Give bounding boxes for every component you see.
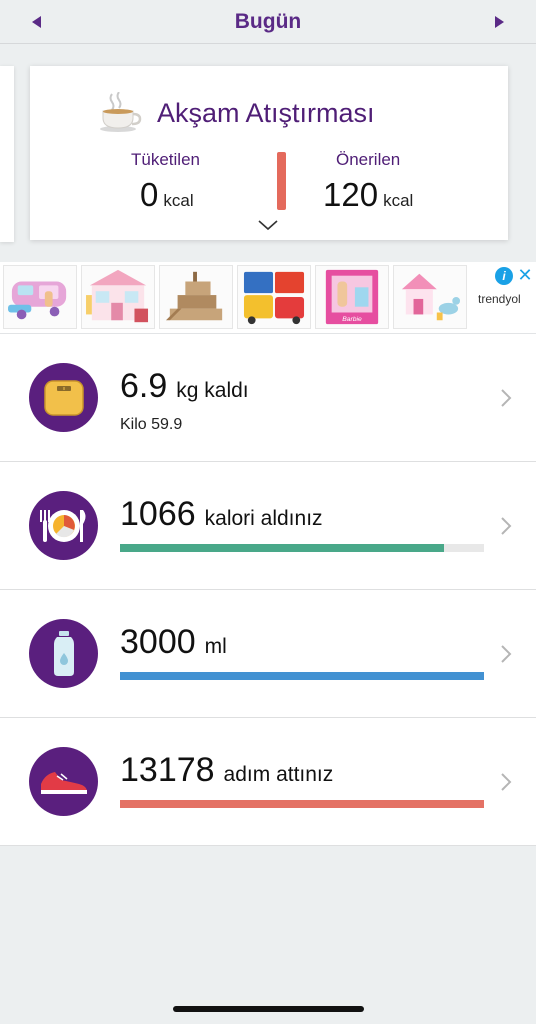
water-progress-bar (120, 672, 484, 680)
consumed-value: 0 kcal (140, 176, 194, 214)
weight-remaining-text: kg kaldı (176, 379, 249, 402)
steps-text: adım attınız (223, 763, 334, 786)
steps-progress-fill (120, 800, 484, 808)
meal-card-evening-snack[interactable]: Akşam Atıştırması Tüketilen 0 kcal Öneri… (30, 66, 508, 240)
next-day-button[interactable] (487, 10, 511, 34)
steps-progress-bar (120, 800, 484, 808)
date-title[interactable]: Bugün (235, 10, 301, 34)
water-progress-fill (120, 672, 484, 680)
current-weight-label: Kilo 59.9 (120, 416, 183, 433)
ad-info-icon[interactable]: i (495, 267, 513, 285)
meal-title: Akşam Atıştırması (157, 98, 375, 128)
recommended-label: Önerilen (336, 150, 401, 169)
ad-brand-label[interactable]: trendyol (478, 292, 521, 306)
calories-row[interactable]: 1066 kalori aldınız (0, 462, 536, 590)
consumed-number: 0 (140, 176, 159, 213)
water-unit: ml (204, 635, 227, 658)
sneaker-icon (40, 771, 87, 794)
chevron-down-icon[interactable] (257, 219, 279, 231)
recommended-unit: kcal (383, 191, 414, 210)
ad-banner[interactable]: Barbie i ✕ trendyol (0, 262, 536, 334)
plate-icon (39, 509, 85, 542)
water-bottle-icon (53, 630, 74, 676)
camper-toy-image (4, 266, 76, 328)
ad-product-camper[interactable] (3, 265, 77, 329)
ad-product-cars[interactable] (237, 265, 311, 329)
calories-text: kalori aldınız (204, 507, 323, 530)
consumed-label: Tüketilen (131, 150, 200, 169)
water-value: 3000 (120, 623, 196, 661)
toy-cars-image (238, 266, 310, 328)
previous-meal-card[interactable] (0, 66, 14, 242)
recommended-number: 120 (323, 176, 379, 213)
tea-cup-icon (100, 92, 142, 132)
calories-progress-fill (120, 544, 444, 552)
calories-main-line: 1066 kalori aldınız (120, 495, 323, 534)
weight-remaining-value: 6.9 (120, 367, 168, 405)
ad-product-barbie[interactable]: Barbie (315, 265, 389, 329)
steps-row[interactable]: 13178 adım attınız (0, 718, 536, 846)
water-icon-circle (29, 619, 98, 688)
ad-product-dollhouse[interactable] (81, 265, 155, 329)
water-row[interactable]: 3000 ml (0, 590, 536, 718)
pony-stable-toy-image (394, 266, 466, 328)
triangle-right-icon (495, 16, 504, 28)
calories-value: 1066 (120, 495, 196, 533)
weight-row[interactable]: 6.9 kg kaldı Kilo 59.9 (0, 334, 536, 462)
steps-main-line: 13178 adım attınız (120, 751, 333, 790)
dollhouse-toy-image (82, 266, 154, 328)
steps-icon-circle (29, 747, 98, 816)
daily-summary-list: 6.9 kg kaldı Kilo 59.9 1066 kalori aldın… (0, 334, 536, 846)
calories-progress-bar (120, 544, 484, 552)
water-main-line: 3000 ml (120, 623, 227, 662)
svg-text:Barbie: Barbie (342, 316, 362, 323)
chevron-right-icon (501, 773, 512, 791)
chevron-right-icon (501, 389, 512, 407)
top-bar: Bugün (0, 0, 536, 44)
scale-icon (43, 379, 84, 416)
chevron-right-icon (501, 645, 512, 663)
steps-value: 13178 (120, 751, 215, 789)
calorie-divider-bar (277, 152, 286, 210)
ad-product-garage[interactable] (159, 265, 233, 329)
triangle-left-icon (32, 16, 41, 28)
meal-carousel[interactable]: Akşam Atıştırması Tüketilen 0 kcal Öneri… (0, 44, 536, 262)
ad-close-icon[interactable]: ✕ (516, 266, 534, 284)
parking-garage-toy-image (160, 266, 232, 328)
recommended-value: 120 kcal (323, 176, 413, 214)
ad-product-stable[interactable] (393, 265, 467, 329)
barbie-playset-image: Barbie (316, 266, 388, 328)
weight-icon-circle (29, 363, 98, 432)
chevron-right-icon (501, 517, 512, 535)
home-indicator[interactable] (173, 1006, 364, 1012)
previous-day-button[interactable] (25, 10, 49, 34)
weight-main-line: 6.9 kg kaldı (120, 367, 249, 406)
consumed-unit: kcal (163, 191, 194, 210)
calories-icon-circle (29, 491, 98, 560)
